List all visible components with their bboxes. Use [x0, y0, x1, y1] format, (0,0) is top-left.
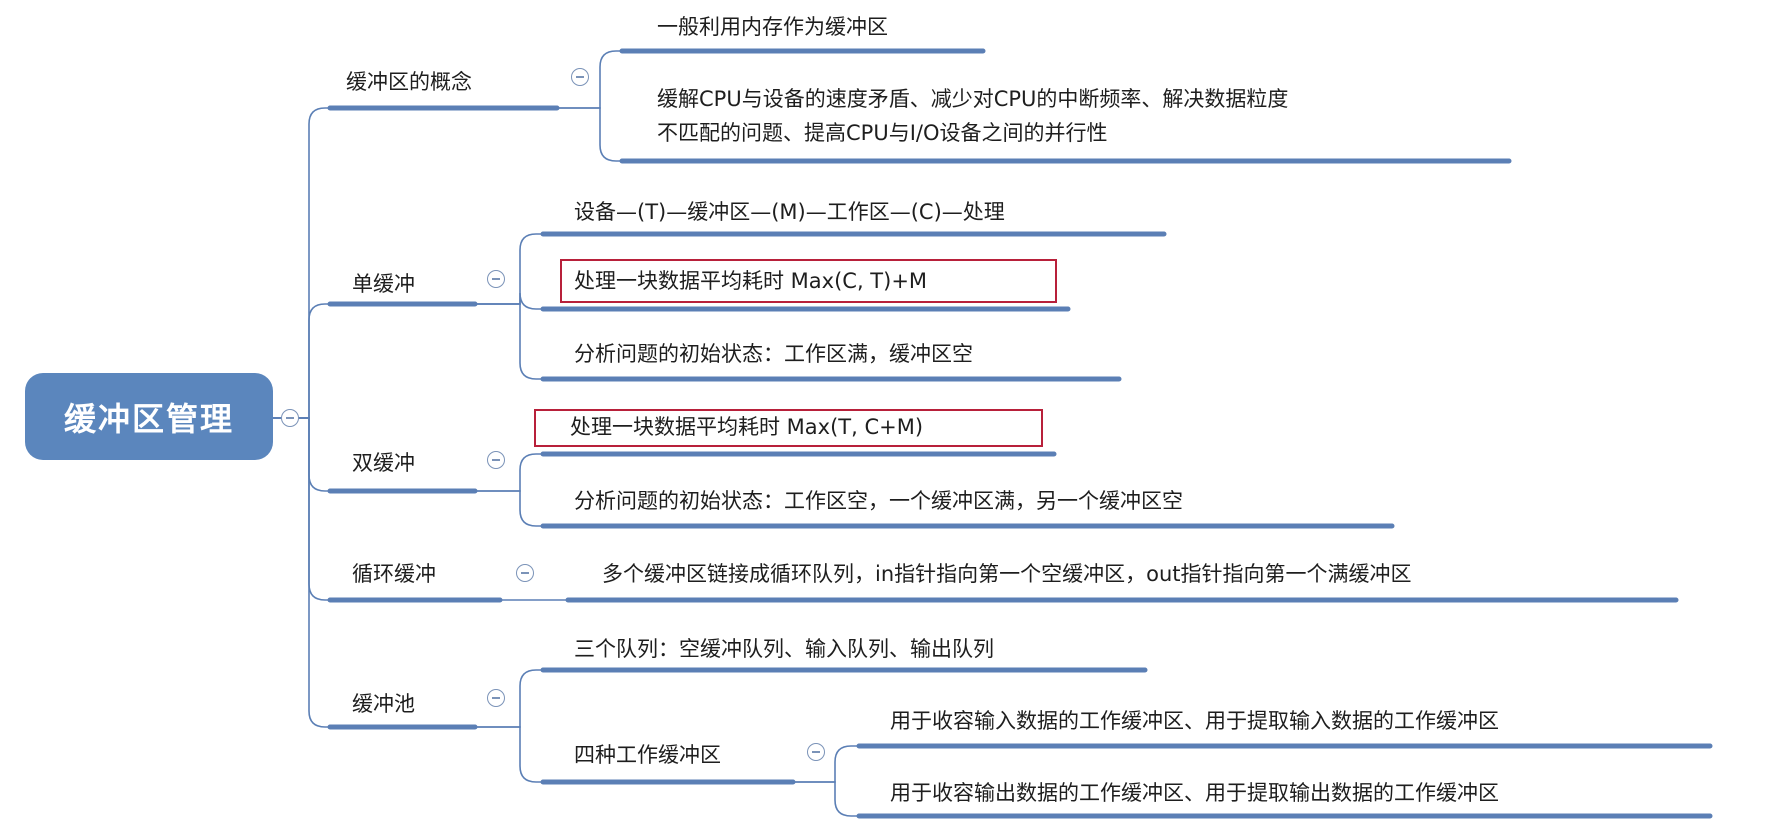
- connector: [475, 490, 543, 527]
- node-three-queues[interactable]: 三个队列：空缓冲队列、输入队列、输出队列: [574, 632, 994, 666]
- connector: [475, 292, 543, 310]
- branch-double-buffer[interactable]: 双缓冲: [352, 446, 415, 480]
- collapse-icon[interactable]: [807, 743, 825, 761]
- connector: [475, 726, 543, 783]
- connector: [557, 107, 622, 162]
- node-double-time[interactable]: 处理一块数据平均耗时 Max(T, C+M): [570, 410, 923, 444]
- connector: [475, 303, 543, 380]
- node-buffer-purpose-line1[interactable]: 缓解CPU与设备的速度矛盾、减少对CPU的中断频率、解决数据粒度: [657, 82, 1288, 116]
- node-single-initial-state[interactable]: 分析问题的初始状态：工作区满，缓冲区空: [574, 337, 973, 371]
- node-buffer-purpose-line2[interactable]: 不匹配的问题、提高CPU与I/O设备之间的并行性: [657, 116, 1108, 150]
- collapse-icon[interactable]: [281, 409, 299, 427]
- node-memory-as-buffer[interactable]: 一般利用内存作为缓冲区: [657, 10, 888, 44]
- node-circular-desc[interactable]: 多个缓冲区链接成循环队列，in指针指向第一个空缓冲区，out指针指向第一个满缓冲…: [602, 557, 1412, 591]
- connector: [475, 453, 543, 492]
- node-four-work-buffers[interactable]: 四种工作缓冲区: [574, 738, 721, 772]
- connector: [475, 669, 543, 728]
- root-node[interactable]: 缓冲区管理: [25, 373, 273, 460]
- branch-buffer-pool[interactable]: 缓冲池: [352, 687, 415, 721]
- connector: [557, 50, 622, 109]
- connector: [475, 233, 543, 305]
- connector: [273, 107, 330, 419]
- connector: [273, 417, 330, 601]
- connector: [793, 745, 859, 783]
- connector: [793, 781, 859, 817]
- node-input-work-buffers[interactable]: 用于收容输入数据的工作缓冲区、用于提取输入数据的工作缓冲区: [890, 704, 1499, 738]
- collapse-icon[interactable]: [487, 451, 505, 469]
- node-double-initial-state[interactable]: 分析问题的初始状态：工作区空，一个缓冲区满，另一个缓冲区空: [574, 484, 1183, 518]
- collapse-icon[interactable]: [487, 270, 505, 288]
- node-single-flow[interactable]: 设备—(T)—缓冲区—(M)—工作区—(C)—处理: [574, 195, 1005, 229]
- branch-buffer-concept[interactable]: 缓冲区的概念: [346, 65, 472, 99]
- collapse-icon[interactable]: [571, 68, 589, 86]
- collapse-icon[interactable]: [487, 689, 505, 707]
- connector: [273, 417, 330, 492]
- connector: [273, 303, 330, 419]
- connector: [273, 417, 330, 728]
- collapse-icon[interactable]: [516, 564, 534, 582]
- branch-single-buffer[interactable]: 单缓冲: [352, 267, 415, 301]
- branch-circular-buffer[interactable]: 循环缓冲: [352, 557, 436, 591]
- node-single-time[interactable]: 处理一块数据平均耗时 Max(C, T)+M: [574, 264, 927, 298]
- node-output-work-buffers[interactable]: 用于收容输出数据的工作缓冲区、用于提取输出数据的工作缓冲区: [890, 776, 1499, 810]
